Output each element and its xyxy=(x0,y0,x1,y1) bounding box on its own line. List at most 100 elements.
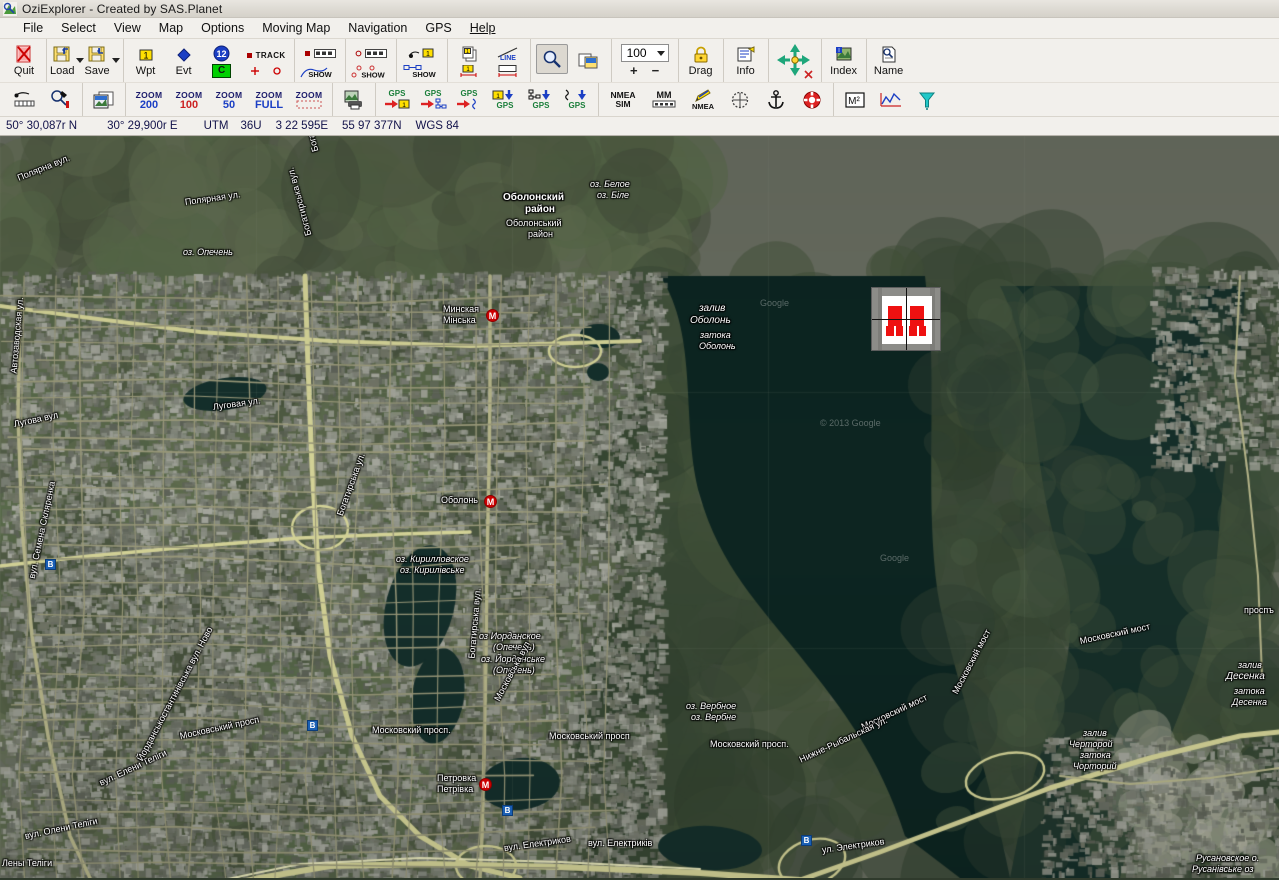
menu-moving-map[interactable]: Moving Map xyxy=(253,19,339,37)
map-label: Полярна вул. xyxy=(15,152,72,183)
name-button[interactable]: Name xyxy=(870,39,908,82)
show-track-button[interactable]: SHOW xyxy=(298,39,342,82)
profile-chart-button[interactable] xyxy=(873,83,909,116)
map-label: вул. Семена Скляренка xyxy=(26,480,58,580)
menu-select[interactable]: Select xyxy=(52,19,105,37)
copy-waypoint-button[interactable]: 1 1 xyxy=(451,39,489,82)
gps-to-wpt-button[interactable]: GPS 1 xyxy=(379,83,415,116)
save-button[interactable]: Save xyxy=(84,39,120,82)
drag-button[interactable]: Drag xyxy=(682,39,720,82)
map-attribution-watermark: Google xyxy=(880,553,910,563)
load-dropdown-chevron-down-icon[interactable] xyxy=(76,58,85,63)
toolbar-group-zoomlevel: 100 + − xyxy=(612,39,679,82)
event-button[interactable]: Evt xyxy=(165,39,203,82)
menu-options[interactable]: Options xyxy=(192,19,253,37)
show-route-button[interactable]: SHOW xyxy=(349,39,393,82)
zoom-preset-100[interactable]: ZOOM 100 xyxy=(169,83,209,116)
load-button[interactable]: Load xyxy=(50,39,85,82)
selected-map-thumbnail[interactable] xyxy=(871,287,941,351)
zoom-preset-custom[interactable]: ZOOM xyxy=(289,83,329,116)
quit-button[interactable]: Quit xyxy=(5,39,43,82)
svg-text:M²: M² xyxy=(848,96,860,107)
metro-station-icon: M xyxy=(479,778,492,791)
upload-route-gps-icon xyxy=(527,89,555,101)
show-waypoint-button[interactable]: 1 SHOW xyxy=(400,39,444,82)
map-view[interactable]: Полярна вул. Полярная ул. оз. Опечень Богат… xyxy=(0,136,1279,880)
zoom-out-button[interactable]: − xyxy=(652,64,660,77)
map-label: оз. Вербне xyxy=(691,712,737,722)
comment-green-icon[interactable]: C xyxy=(211,64,232,78)
track-button[interactable]: TRACK xyxy=(241,39,291,82)
zoom-tool-button[interactable] xyxy=(535,44,568,74)
waypoint-button[interactable]: 1 Wpt xyxy=(127,39,165,82)
thumb-red-block xyxy=(886,326,894,336)
zoom-preset-50[interactable]: ZOOM 50 xyxy=(209,83,249,116)
zoom-chevron-down-icon[interactable] xyxy=(656,50,665,56)
map-label: Московский просп. xyxy=(710,739,789,749)
map-label: Русановское о. xyxy=(1196,853,1260,863)
lifebuoy-button[interactable] xyxy=(794,83,830,116)
svg-text:SHOW: SHOW xyxy=(361,70,385,78)
wpt-to-gps-button[interactable]: 1 GPS xyxy=(487,83,523,116)
compass-button[interactable] xyxy=(722,83,758,116)
svg-text:12: 12 xyxy=(217,49,227,59)
ruler-measure-icon xyxy=(13,90,37,110)
name-label: Name xyxy=(873,64,904,77)
track-to-gps-button[interactable]: GPS xyxy=(559,83,595,116)
nmea-log-button[interactable]: NMEA xyxy=(684,83,722,116)
quit-door-x-icon xyxy=(14,45,34,65)
map-label: Десенка xyxy=(1232,697,1267,707)
comment-button[interactable]: 12 C xyxy=(203,39,241,82)
measure-box-icon[interactable] xyxy=(496,64,520,78)
zoom-preset-full[interactable]: ZOOM FULL xyxy=(249,83,289,116)
menu-view[interactable]: View xyxy=(105,19,150,37)
menu-file[interactable]: File xyxy=(14,19,52,37)
toolbar-group-drag: Drag xyxy=(679,39,724,82)
toolbar2-group-gps: GPS 1 GPS GPS 1 GPS GPS GPS xyxy=(376,83,599,116)
satellite-signal-icon xyxy=(917,90,937,110)
menu-help[interactable]: Help xyxy=(461,19,505,37)
zoom-preset-200[interactable]: ZOOM 200 xyxy=(129,83,169,116)
map-label: Лугова вул xyxy=(12,409,59,429)
satellite-signal-button[interactable] xyxy=(909,83,945,116)
save-dropdown-chevron-down-icon[interactable] xyxy=(111,58,120,63)
route-to-gps-button[interactable]: GPS xyxy=(523,83,559,116)
show-waypoint-label: SHOW xyxy=(402,64,442,78)
map-label: Полярная ул. xyxy=(184,189,241,207)
print-map-button[interactable] xyxy=(336,83,372,116)
pick-point-button[interactable] xyxy=(43,83,79,116)
measure-distance-button[interactable] xyxy=(7,83,43,116)
gps-to-route-button[interactable]: GPS xyxy=(415,83,451,116)
compass-icon xyxy=(730,90,750,110)
magnifier-icon xyxy=(542,49,562,69)
zoom-in-button[interactable]: + xyxy=(630,64,638,77)
coordinate-status-bar: 50° 30,087r N 30° 29,900r E UTM 36U 3 22… xyxy=(0,117,1279,136)
gps-to-track-button[interactable]: GPS xyxy=(451,83,487,116)
waypoint-label: Wpt xyxy=(135,64,156,77)
zoom-level-combobox[interactable]: 100 xyxy=(620,44,669,62)
nmea-pencil-icon xyxy=(692,88,714,103)
menu-map[interactable]: Map xyxy=(150,19,192,37)
line-tool-button[interactable]: LINE xyxy=(489,39,527,82)
nmea-sim-button[interactable]: NMEA SIM xyxy=(602,83,644,116)
map-label: Богатирська вул. xyxy=(285,166,314,237)
map-window-button[interactable] xyxy=(86,83,122,116)
event-label: Evt xyxy=(175,64,192,77)
map-copy-button[interactable] xyxy=(570,39,608,82)
map-label: оз. Кирилівське xyxy=(400,565,465,575)
anchor-button[interactable] xyxy=(758,83,794,116)
thumb-red-block xyxy=(896,326,903,336)
area-calc-button[interactable]: M² xyxy=(837,83,873,116)
measure-waypoint-icon[interactable]: 1 xyxy=(459,65,481,77)
toolbar-group-show-route: SHOW xyxy=(346,39,397,82)
menu-navigation[interactable]: Navigation xyxy=(339,19,416,37)
track-sub-icons[interactable] xyxy=(250,66,282,76)
menu-gps[interactable]: GPS xyxy=(416,19,460,37)
pan-control[interactable] xyxy=(772,39,818,82)
mm-icon xyxy=(652,100,676,108)
gps-caption: GPS xyxy=(388,89,406,98)
info-button[interactable]: Info xyxy=(727,39,765,82)
moving-map-button[interactable]: MM xyxy=(644,83,684,116)
index-button[interactable]: I Index xyxy=(825,39,863,82)
toolbar2-group-nmea: NMEA SIM MM NMEA xyxy=(599,83,834,116)
